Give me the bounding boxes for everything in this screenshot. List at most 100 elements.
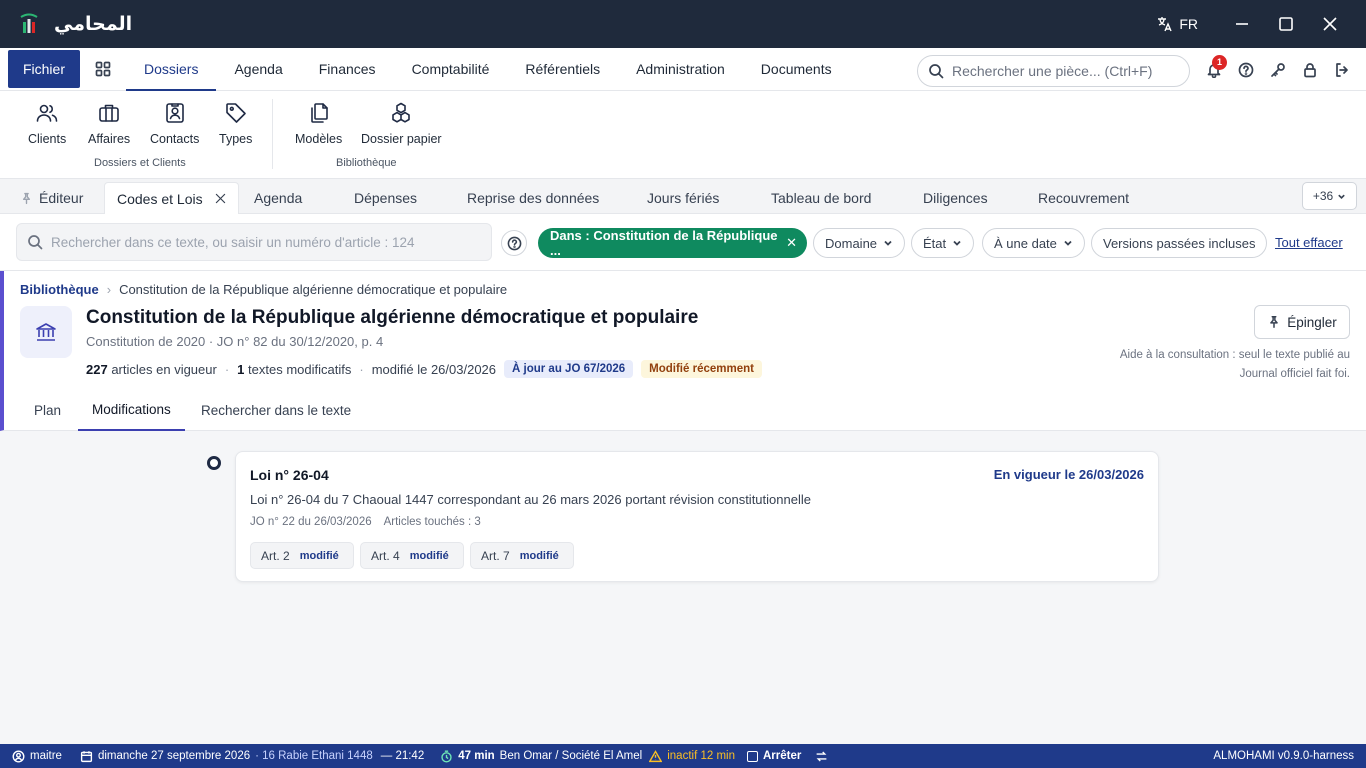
ribbon-types-button[interactable]: Types (219, 101, 252, 146)
minimize-button[interactable] (1220, 0, 1264, 48)
key-button[interactable] (1262, 54, 1294, 86)
ribbon-modeles-button[interactable]: Modèles (295, 101, 342, 146)
menu-documents[interactable]: Documents (743, 48, 850, 91)
users-icon (36, 104, 58, 122)
close-window-button[interactable] (1308, 0, 1352, 48)
text-search-placeholder: Rechercher dans ce texte, ou saisir un n… (51, 234, 415, 250)
language-label: FR (1179, 16, 1198, 32)
status-inactive-label: inactif 12 min (667, 750, 735, 762)
status-date: dimanche 27 septembre 2026 · 16 Rabie Et… (80, 750, 424, 763)
menu-comptabilite[interactable]: Comptabilité (394, 48, 508, 91)
ribbon-toolbar: Clients Affaires Contacts Types Dossiers… (0, 91, 1366, 179)
status-date-label: dimanche 27 septembre 2026 (97, 750, 251, 762)
past-versions-toggle[interactable]: Versions passées incluses (1091, 228, 1268, 258)
ribbon-dossier-papier-button[interactable]: Dossier papier (361, 101, 442, 146)
domaine-filter-label: Domaine (825, 235, 878, 251)
tab-agenda[interactable]: Agenda (254, 182, 302, 214)
bank-icon (36, 323, 56, 341)
refresh-button[interactable] (815, 750, 828, 763)
maximize-button[interactable] (1264, 0, 1308, 48)
global-search-input[interactable]: Rechercher une pièce... (Ctrl+F) (917, 55, 1190, 87)
menu-administration[interactable]: Administration (618, 48, 743, 91)
article-chip[interactable]: Art. 2 modifié (250, 542, 354, 569)
remove-scope-button[interactable]: ✕ (786, 235, 797, 251)
active-scope-label: Dans : Constitution de la République ... (550, 228, 778, 258)
pin-button[interactable]: Épingler (1254, 305, 1350, 339)
tab-jours-feries[interactable]: Jours fériés (647, 182, 719, 214)
tab-codes-et-lois[interactable]: Codes et Lois (104, 182, 239, 214)
stop-checkbox (746, 750, 758, 762)
tab-depenses[interactable]: Dépenses (354, 182, 417, 214)
text-search-input[interactable]: Rechercher dans ce texte, ou saisir un n… (16, 223, 492, 261)
subtab-rechercher[interactable]: Rechercher dans le texte (201, 389, 351, 431)
breadcrumb-current: Constitution de la République algérienne… (119, 282, 508, 297)
chevron-down-icon (1338, 194, 1345, 199)
status-bar: maitre dimanche 27 septembre 2026 · 16 R… (0, 744, 1366, 768)
tab-close-button[interactable] (215, 193, 226, 204)
timeline-marker (207, 456, 221, 470)
fichier-button[interactable]: Fichier (8, 50, 80, 88)
clear-filters-link[interactable]: Tout effacer (1275, 235, 1343, 250)
date-filter-label: À une date (994, 235, 1057, 251)
close-icon (215, 193, 225, 204)
help-icon (1238, 62, 1254, 77)
tab-recouvrement[interactable]: Recouvrement (1038, 182, 1129, 214)
menu-dossiers[interactable]: Dossiers (126, 48, 217, 91)
menu-finances[interactable]: Finances (301, 48, 394, 91)
modification-card[interactable]: Loi n° 26-04 En vigueur le 26/03/2026 Lo… (235, 451, 1159, 582)
more-tabs-button[interactable]: +36 (1302, 182, 1357, 210)
chevron-down-icon (953, 240, 961, 246)
logout-button[interactable] (1326, 54, 1358, 86)
tab-editeur[interactable]: Éditeur (20, 182, 83, 214)
global-search-placeholder: Rechercher une pièce... (Ctrl+F) (952, 63, 1153, 79)
ribbon-modeles-label: Modèles (295, 132, 343, 146)
subtab-modifications[interactable]: Modifications (78, 389, 185, 431)
briefcase-icon (99, 104, 119, 122)
ribbon-affaires-label: Affaires (88, 132, 131, 146)
menu-agenda[interactable]: Agenda (216, 48, 300, 91)
notifications-button[interactable]: 1 (1198, 54, 1230, 86)
pin-icon (22, 192, 31, 204)
modification-jo: JO n° 22 du 26/03/2026 (250, 516, 372, 528)
status-user[interactable]: maitre (12, 750, 62, 763)
ribbon-contacts-label: Contacts (150, 132, 200, 146)
date-filter[interactable]: À une date (982, 228, 1085, 258)
document-stats: 227 articles en vigueur · 1 textes modif… (86, 360, 762, 378)
tab-editeur-label: Éditeur (39, 190, 84, 206)
tab-reprise-des-donnees[interactable]: Reprise des données (467, 182, 599, 214)
breadcrumb-root[interactable]: Bibliothèque (20, 282, 99, 297)
modifying-texts-label: textes modificatifs (248, 361, 352, 377)
etat-filter[interactable]: État (911, 228, 975, 258)
modification-description: Loi n° 26-04 du 7 Chaoual 1447 correspon… (250, 492, 811, 507)
article-label: Art. 2 (261, 548, 290, 563)
tab-tableau-de-bord[interactable]: Tableau de bord (771, 182, 871, 214)
logout-icon (1336, 62, 1348, 77)
help-button[interactable] (1230, 54, 1262, 86)
article-status: modifié (299, 549, 339, 562)
apps-grid-button[interactable] (80, 50, 126, 88)
past-versions-label: Versions passées incluses (1103, 235, 1256, 251)
ribbon-clients-button[interactable]: Clients (28, 101, 66, 146)
domaine-filter[interactable]: Domaine (813, 228, 906, 258)
status-timer-value: 47 min (458, 750, 495, 762)
logo-icon (20, 13, 38, 33)
status-user-label: maitre (30, 750, 62, 762)
language-switcher[interactable]: FR (1157, 16, 1198, 32)
articles-count: 227 (86, 361, 108, 377)
subtab-plan[interactable]: Plan (34, 389, 61, 431)
menu-referentiels[interactable]: Référentiels (507, 48, 618, 91)
article-chip[interactable]: Art. 4 modifié (360, 542, 464, 569)
ribbon-contacts-button[interactable]: Contacts (150, 101, 199, 146)
tag-icon (225, 103, 246, 123)
active-scope-chip[interactable]: Dans : Constitution de la République ...… (538, 228, 807, 258)
search-help-button[interactable] (501, 230, 527, 256)
lock-button[interactable] (1294, 54, 1326, 86)
ribbon-affaires-button[interactable]: Affaires (88, 101, 130, 146)
tab-diligences[interactable]: Diligences (923, 182, 988, 214)
articles-touched: Articles touchés : 3 (383, 516, 481, 528)
pin-icon (1270, 316, 1279, 328)
stop-timer-button[interactable]: Arrêter (746, 750, 801, 762)
grid-icon (95, 61, 111, 77)
modification-status: En vigueur le 26/03/2026 (993, 467, 1144, 482)
article-chip[interactable]: Art. 7 modifié (470, 542, 574, 569)
